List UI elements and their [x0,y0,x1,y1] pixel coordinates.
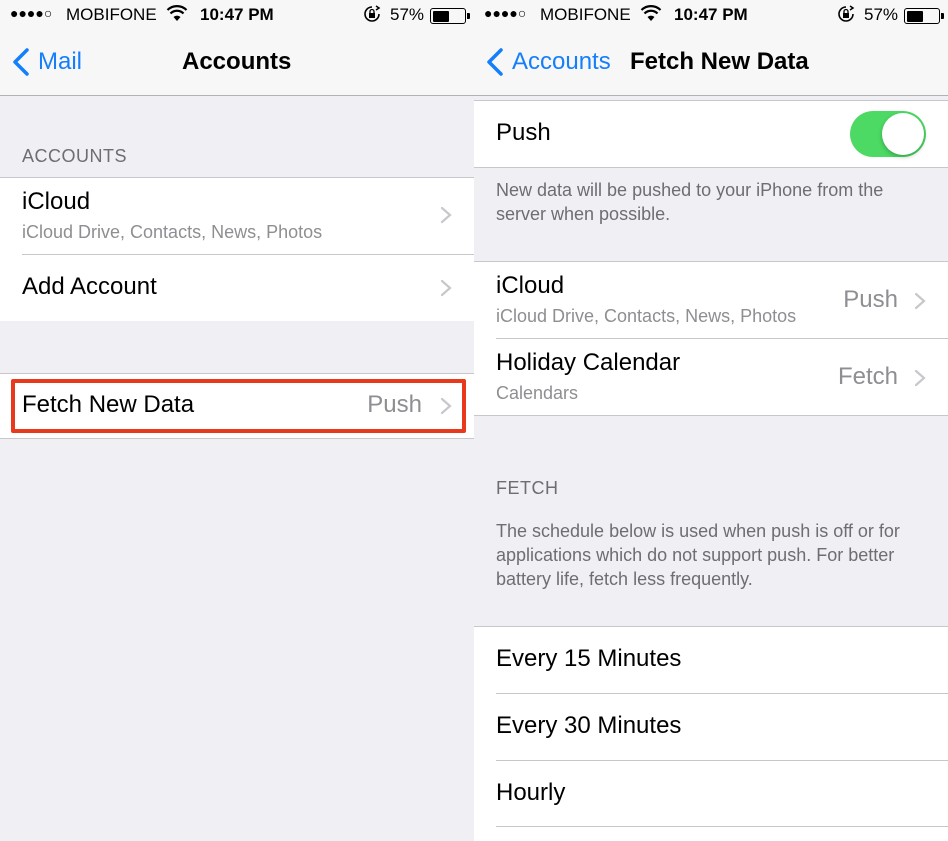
account-row-holiday-calendar[interactable]: Holiday Calendar Calendars Fetch [474,339,948,415]
accounts-screen: ●●●●○ MOBIFONE 10:47 PM 57% Mail Account… [0,0,474,841]
account-fetch-mode: Fetch [837,363,898,390]
accounts-group: iCloud iCloud Drive, Contacts, News, Pho… [0,177,474,321]
add-account-row[interactable]: Add Account [0,255,474,321]
signal-strength-icon: ●●●●○ [484,5,527,21]
chevron-right-icon [914,369,926,387]
fetch-footer-text: The schedule below is used when push is … [496,521,900,589]
push-row: Push [474,101,948,167]
battery-percent: 57% [864,5,899,24]
row-separator [496,826,948,827]
highlight-annotation-box [11,379,466,433]
rotation-lock-icon [364,5,381,22]
accounts-section-header: ACCOUNTS [22,146,128,166]
status-time: 10:47 PM [200,5,274,24]
chevron-right-icon [914,292,926,310]
account-row-icloud[interactable]: iCloud iCloud Drive, Contacts, News, Pho… [474,262,948,338]
back-button-label: Accounts [512,48,611,75]
back-button-mail[interactable]: Mail [12,48,82,76]
toggle-knob [882,113,924,155]
status-bar: ●●●●○ MOBIFONE 10:47 PM 57% [474,0,948,32]
navigation-bar: Accounts Fetch New Data [474,32,948,96]
push-footer-text: New data will be pushed to your iPhone f… [496,180,884,224]
schedule-option-row[interactable]: Every 30 Minutes [474,694,948,760]
page-title: Accounts [182,48,292,75]
battery-icon [904,8,944,24]
carrier-label: MOBIFONE [540,5,631,24]
battery-percent: 57% [390,5,425,24]
schedule-option-row[interactable]: Every 15 Minutes [474,627,948,693]
status-time: 10:47 PM [674,5,748,24]
navigation-bar: Mail Accounts [0,32,474,96]
fetch-section-header: FETCH [496,478,559,498]
chevron-right-icon [440,206,452,224]
chevron-left-icon [487,48,503,76]
schedule-option-label: Hourly [496,779,566,806]
account-fetch-mode: Push [843,286,898,313]
chevron-left-icon [13,48,29,76]
account-name: iCloud [496,272,565,299]
push-toggle[interactable] [850,111,926,157]
rotation-lock-icon [838,5,855,22]
add-account-label: Add Account [22,273,157,300]
push-group: Push [474,100,948,168]
account-services: iCloud Drive, Contacts, News, Photos [496,306,797,326]
account-fetch-settings-group: iCloud iCloud Drive, Contacts, News, Pho… [474,261,948,416]
page-title: Fetch New Data [630,48,809,75]
status-bar: ●●●●○ MOBIFONE 10:47 PM 57% [0,0,474,32]
account-services: Calendars [496,383,579,403]
account-services: iCloud Drive, Contacts, News, Photos [22,222,323,242]
push-label: Push [496,119,551,146]
schedule-option-row[interactable]: Hourly [474,761,948,827]
fetch-schedule-group: Every 15 Minutes Every 30 Minutes Hourly [474,626,948,841]
schedule-option-label: Every 15 Minutes [496,645,682,672]
fetch-new-data-screen: ●●●●○ MOBIFONE 10:47 PM 57% Accounts Fet… [474,0,948,841]
account-name: iCloud [22,188,91,215]
chevron-right-icon [440,279,452,297]
battery-icon [430,8,470,24]
back-button-label: Mail [38,48,83,75]
account-name: Holiday Calendar [496,349,681,376]
wifi-icon [166,5,188,21]
signal-strength-icon: ●●●●○ [10,5,53,21]
account-row-icloud[interactable]: iCloud iCloud Drive, Contacts, News, Pho… [0,178,474,254]
back-button-accounts[interactable]: Accounts [486,48,611,76]
wifi-icon [640,5,662,21]
schedule-option-label: Every 30 Minutes [496,712,682,739]
carrier-label: MOBIFONE [66,5,157,24]
